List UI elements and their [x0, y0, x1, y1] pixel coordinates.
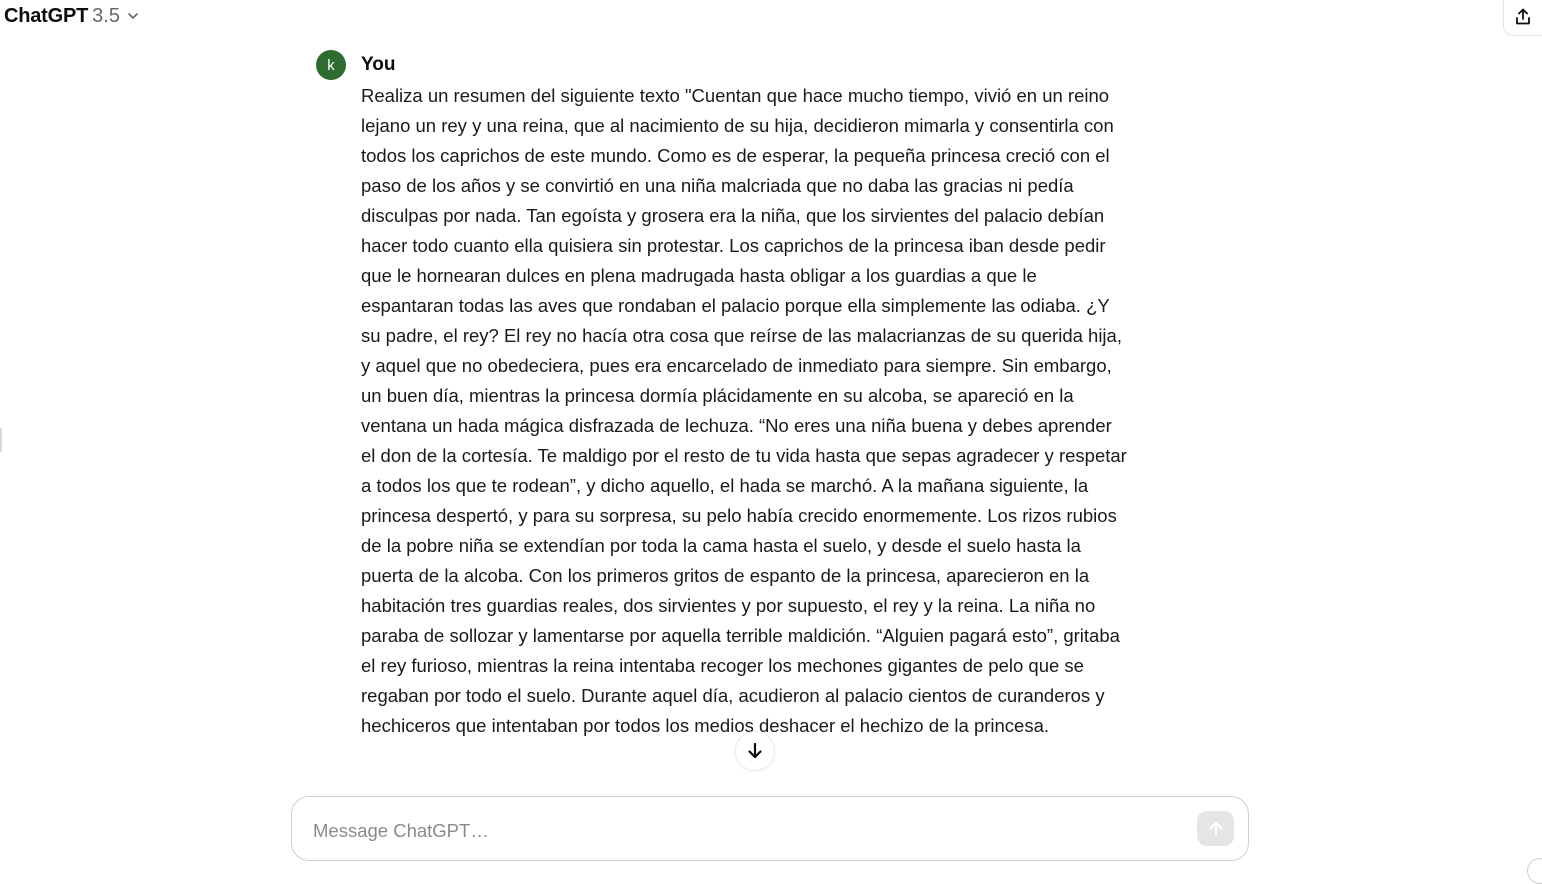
send-button[interactable] [1197, 811, 1234, 846]
chevron-down-icon [128, 13, 138, 19]
message-input[interactable] [311, 815, 1175, 847]
message-text: Realiza un resumen del siguiente texto "… [361, 85, 1127, 736]
message-composer [291, 796, 1249, 861]
help-button[interactable] [1527, 858, 1542, 884]
avatar: k [316, 50, 346, 80]
model-name: ChatGPT [4, 4, 89, 27]
sidebar-toggle-handle[interactable] [0, 428, 2, 452]
message-author: You [361, 54, 396, 75]
scroll-to-bottom-button[interactable] [735, 731, 775, 771]
top-bar: ChatGPT 3.5 [0, 0, 1542, 36]
arrow-up-icon [1208, 821, 1223, 836]
share-icon [1516, 8, 1530, 25]
arrow-down-icon [748, 742, 762, 759]
model-selector[interactable]: ChatGPT 3.5 [4, 2, 140, 30]
model-version: 3.5 [92, 4, 120, 27]
share-button[interactable] [1503, 0, 1542, 36]
